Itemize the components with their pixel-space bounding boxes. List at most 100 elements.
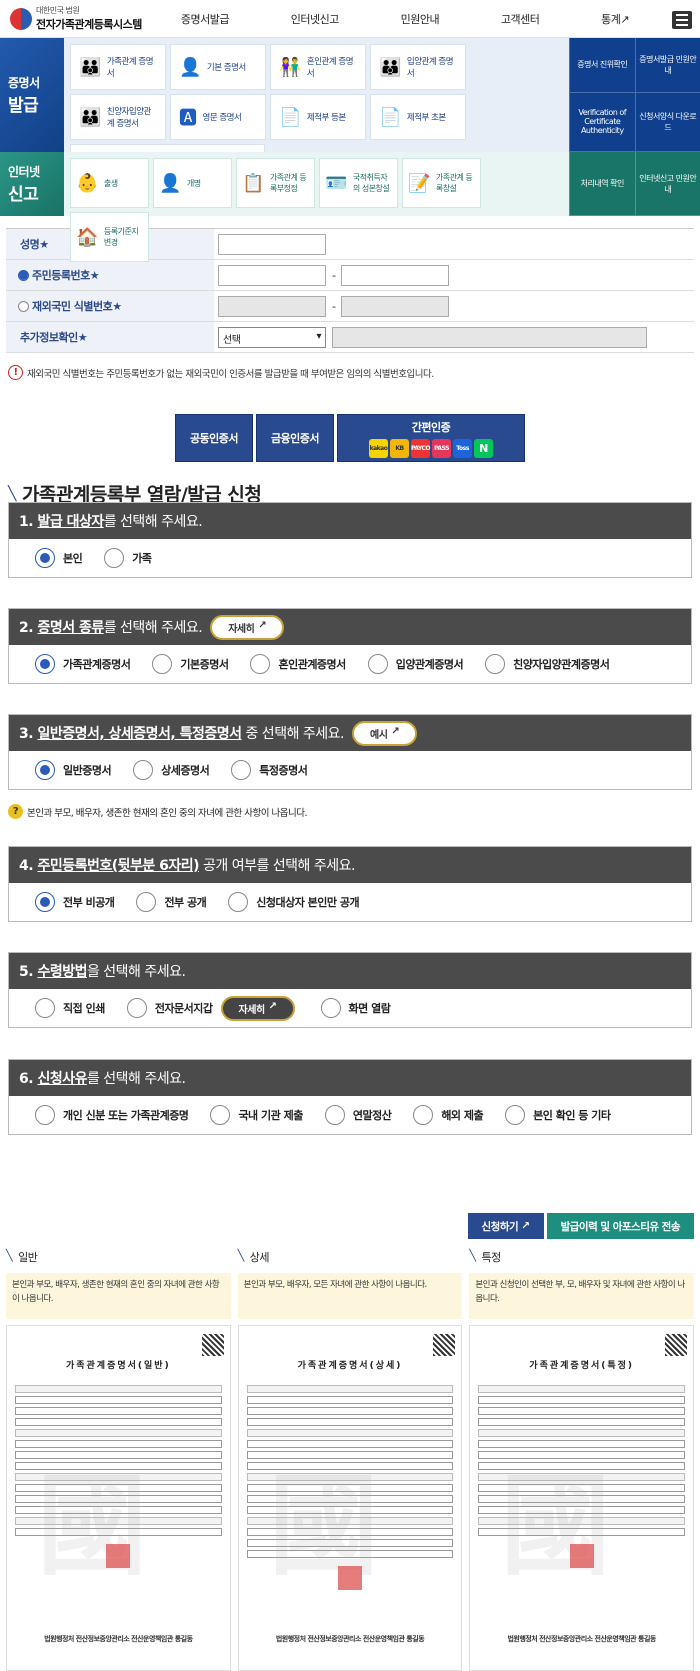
nav-report[interactable]: 인터넷신고 [291, 11, 339, 27]
option[interactable]: 가족 [104, 548, 151, 568]
side-link[interactable]: 인터넷신고 민원안내 [635, 152, 700, 216]
radio-button[interactable] [413, 1105, 433, 1125]
tile-couple[interactable]: 👫혼인관계 증명서 [270, 44, 366, 90]
option[interactable]: 직접 인쇄 [35, 998, 105, 1018]
option[interactable]: 전부 비공개 [35, 892, 114, 912]
radio-button[interactable] [228, 892, 248, 912]
radio-button[interactable] [325, 1105, 345, 1125]
naver-logo-icon: N [474, 439, 493, 458]
side-link[interactable]: 증명서발급 민원안내 [635, 38, 700, 93]
radio-button[interactable] [133, 760, 153, 780]
option[interactable]: 상세증명서 [133, 760, 209, 780]
history-button[interactable]: 발급이력 및 아포스티유 전송 [547, 1213, 694, 1239]
side-link[interactable]: Verification of Certificate Authenticity [569, 93, 635, 153]
side-link[interactable]: 증명서 진위확인 [569, 38, 635, 93]
option[interactable]: 해외 제출 [413, 1105, 483, 1125]
extra-input[interactable] [332, 327, 647, 348]
radio-button[interactable] [505, 1105, 525, 1125]
radio-button[interactable] [210, 1105, 230, 1125]
removed-doc-icon: 📄 [379, 107, 401, 128]
tile-english-doc[interactable]: 🅰영문 증명서 [170, 94, 266, 140]
option-label: 일반증명서 [63, 762, 111, 778]
name-input[interactable] [218, 234, 326, 255]
step-title-bold: 수령방법 [37, 964, 87, 980]
joint-cert-button[interactable]: 공동인증서 [175, 414, 253, 462]
nav-guide[interactable]: 민원안내 [401, 11, 439, 27]
option[interactable]: 본인 확인 등 기타 [505, 1105, 610, 1125]
option[interactable]: 혼인관계증명서 [250, 654, 345, 674]
radio-button[interactable] [368, 654, 388, 674]
tile-family-plus[interactable]: 👪친양자입양관계 증명서 [70, 94, 166, 140]
finance-cert-button[interactable]: 금융인증서 [256, 414, 334, 462]
radio-button[interactable] [485, 654, 505, 674]
tile-baby[interactable]: 👶출생 [70, 158, 149, 208]
rrn-front-input[interactable] [218, 265, 326, 286]
option[interactable]: 일반증명서 [35, 760, 111, 780]
step-title: 6. 신청사유를 선택해 주세요. [19, 1068, 185, 1088]
tile-person[interactable]: 👤기본 증명서 [170, 44, 266, 90]
extra-select[interactable]: 선택▾ [218, 327, 326, 348]
radio-button[interactable] [250, 654, 270, 674]
foreign-front-input[interactable] [218, 296, 326, 317]
option[interactable]: 국내 기관 제출 [210, 1105, 302, 1125]
radio-button[interactable] [35, 998, 55, 1018]
radio-button[interactable] [35, 654, 55, 674]
option[interactable]: 특정증명서 [231, 760, 307, 780]
radio-button[interactable] [127, 998, 147, 1018]
external-link-icon: ↗ [258, 620, 266, 635]
nav-certificate[interactable]: 증명서발급 [181, 11, 229, 27]
radio-button[interactable] [35, 1105, 55, 1125]
option[interactable]: 입양관계증명서 [368, 654, 463, 674]
apply-button[interactable]: 신청하기 ↗ [468, 1213, 544, 1239]
document-table-row [15, 1396, 222, 1404]
option[interactable]: 기본증명서 [152, 654, 228, 674]
radio-button[interactable] [35, 760, 55, 780]
tile-home[interactable]: 🏠등록기준지 변경 [70, 212, 149, 262]
side-link[interactable]: 신청서양식 다운로드 [635, 93, 700, 153]
watermark-icon: 國 [37, 1436, 147, 1596]
detail-button[interactable]: 자세히↗ [221, 996, 295, 1021]
tile-create[interactable]: 📝가족관계 등록창설 [402, 158, 481, 208]
option[interactable]: 본인 [35, 548, 82, 568]
tile-rename[interactable]: 👤개명 [153, 158, 232, 208]
sample-document-image[interactable]: 가족관계증명서(일반)國법원행정처 전산정보중앙관리소 전산운영책임관 통길동 [6, 1325, 231, 1671]
rrn-back-input[interactable] [341, 265, 449, 286]
sample-document-image[interactable]: 가족관계증명서(특정)國법원행정처 전산정보중앙관리소 전산운영책임관 통길동 [469, 1325, 694, 1671]
foreign-back-input[interactable] [341, 296, 449, 317]
radio-button[interactable] [321, 998, 341, 1018]
site-logo[interactable]: 대한민국 법원 전자가족관계등록시스템 [0, 5, 150, 32]
tile-removed-doc[interactable]: 📄제적부 초본 [370, 94, 466, 140]
option[interactable]: 화면 열람 [321, 998, 391, 1018]
radio-button[interactable] [35, 892, 55, 912]
hamburger-menu-icon[interactable] [672, 11, 692, 29]
detail-button[interactable]: 자세히↗ [210, 615, 284, 640]
simple-auth-button[interactable]: 간편인증 kakao KB PAYCO PASS Toss N [337, 414, 525, 462]
foreign-radio[interactable] [18, 301, 29, 312]
nav-stats[interactable]: 통계↗ [601, 11, 629, 27]
rrn-radio[interactable] [18, 270, 29, 281]
step-title: 3. 일반증명서, 상세증명서, 특정증명서 중 선택해 주세요. [19, 723, 344, 743]
radio-button[interactable] [152, 654, 172, 674]
tile-nationality[interactable]: 🪪국적취득자의 성본창설 [319, 158, 398, 208]
tile-adoption[interactable]: 👪입양관계 증명서 [370, 44, 466, 90]
option[interactable]: 가족관계증명서 [35, 654, 130, 674]
radio-button[interactable] [104, 548, 124, 568]
radio-button[interactable] [35, 548, 55, 568]
option[interactable]: 전자문서지갑 [127, 998, 213, 1018]
tile-family[interactable]: 👪가족관계 증명서 [70, 44, 166, 90]
tile-form[interactable]: 📋가족관계 등록부정정 [236, 158, 315, 208]
side-link[interactable]: 처리내역 확인 [569, 152, 635, 216]
option[interactable]: 전부 공개 [136, 892, 206, 912]
nav-support[interactable]: 고객센터 [501, 11, 539, 27]
option[interactable]: 친양자입양관계증명서 [485, 654, 609, 674]
option[interactable]: 개인 신분 또는 가족관계증명 [35, 1105, 188, 1125]
qr-code-icon [665, 1334, 687, 1356]
detail-button[interactable]: 예시↗ [352, 721, 417, 746]
option[interactable]: 신청대상자 본인만 공개 [228, 892, 359, 912]
option[interactable]: 연말정산 [325, 1105, 391, 1125]
tile-removed-doc[interactable]: 📄제적부 등본 [270, 94, 366, 140]
sample-document-image[interactable]: 가족관계증명서(상세)國법원행정처 전산정보중앙관리소 전산운영책임관 통길동 [238, 1325, 463, 1671]
nav-stats-label: 통계 [601, 13, 620, 26]
radio-button[interactable] [136, 892, 156, 912]
radio-button[interactable] [231, 760, 251, 780]
